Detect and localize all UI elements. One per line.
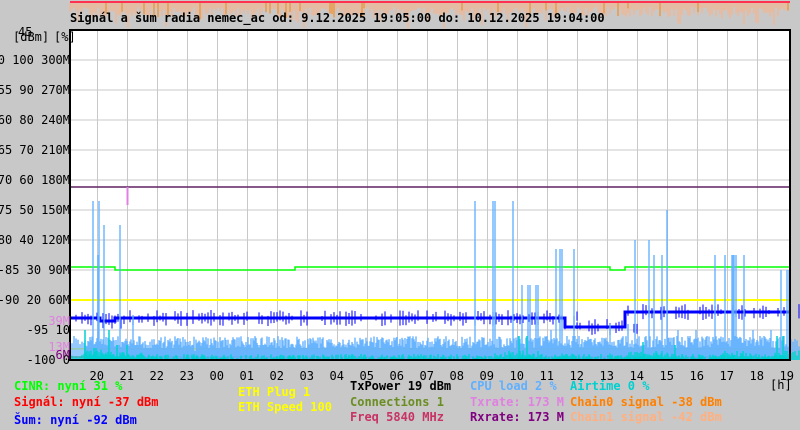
y-tick-label: -80 40 120M <box>0 233 70 247</box>
legend-entry: Chain0 signal -38 dBm <box>570 395 722 409</box>
legend-entry: Connections 1 <box>350 395 444 409</box>
x-tick-label: 02 <box>269 369 284 383</box>
y-tick-label: -75 50 150M <box>0 203 70 217</box>
legend-entry: Chain1 signal -42 dBm <box>570 410 722 424</box>
legend-entry: Rxrate: 173 M <box>470 410 564 424</box>
y-tick-label: -55 90 270M <box>0 83 70 97</box>
y-axis-unit-dbm: [dBm] <box>13 30 50 44</box>
legend-entry: ETH Plug 1 <box>238 385 311 399</box>
y-tick-label: -85 30 90M <box>0 263 70 277</box>
x-tick-label: 19 <box>779 369 794 383</box>
x-tick-label: 15 <box>659 369 674 383</box>
y-min-marker: 39M <box>48 314 70 328</box>
y-min-marker: 6M <box>55 348 70 362</box>
legend-entry: Šum: nyní -92 dBm <box>14 413 137 427</box>
y-axis-unit-percent: [%] <box>54 30 76 44</box>
signal-noise-chart <box>69 1 800 361</box>
x-tick-label: 17 <box>719 369 734 383</box>
y-tick-label: -90 20 60M <box>0 293 70 307</box>
legend-entry: CINR: nyní 31 % <box>14 379 123 393</box>
x-tick-label: 18 <box>749 369 764 383</box>
legend-entry: Signál: nyní -37 dBm <box>14 395 159 409</box>
y-tick-label: -70 60 180M <box>0 173 70 187</box>
legend-entry: Freq 5840 MHz <box>350 410 444 424</box>
x-tick-label: 16 <box>689 369 704 383</box>
x-tick-label: 03 <box>299 369 314 383</box>
legend-entry: Airtime 0 % <box>570 379 650 393</box>
y-tick-label: -60 80 240M <box>0 113 70 127</box>
legend-entry: TxPower 19 dBm <box>350 379 452 393</box>
legend-entry: CPU load 2 % <box>470 379 557 393</box>
x-tick-label: 08 <box>449 369 464 383</box>
x-tick-label: 01 <box>239 369 254 383</box>
legend-entry: ETH Speed 100 <box>238 400 332 414</box>
y-tick-label: -65 70 210M <box>0 143 70 157</box>
x-tick-label: 22 <box>149 369 164 383</box>
chart-title: Signál a šum radia nemec_ac od: 9.12.202… <box>70 11 605 25</box>
x-tick-label: 00 <box>209 369 224 383</box>
x-tick-label: 04 <box>329 369 344 383</box>
y-tick-label: -50 100 300M <box>0 53 70 67</box>
x-tick-label: 23 <box>179 369 194 383</box>
legend-entry: Txrate: 173 M <box>470 395 564 409</box>
